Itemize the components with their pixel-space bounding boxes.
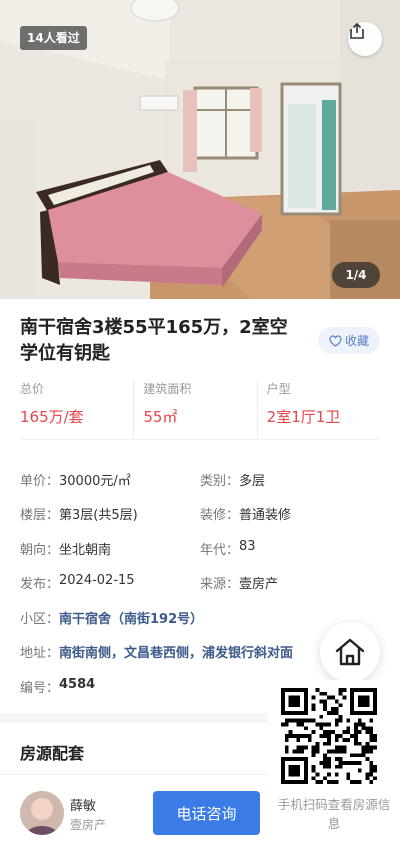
address-link[interactable]: 南街南侧，文昌巷西侧，浦发银行斜对面: [59, 642, 293, 661]
detail-label: 装修：: [200, 508, 240, 524]
home-icon: [335, 638, 365, 666]
detail-value: 普通装修: [239, 508, 292, 524]
stat-value: 165万/套: [20, 408, 84, 426]
detail-label: 编号：: [20, 680, 60, 696]
key-stats: 总价 165万/套 建筑面积 55㎡ 户型 2室1厅1卫: [20, 380, 380, 440]
detail-orientation: 朝向： 坐北朝南: [20, 539, 200, 558]
detail-code: 编号： 4584: [20, 677, 200, 696]
share-icon: [350, 22, 364, 39]
detail-label: 楼层：: [20, 508, 60, 524]
agent-company: 壹房产: [70, 818, 107, 832]
phone-consult-button[interactable]: 电话咨询: [153, 791, 260, 835]
detail-year: 年代： 83: [200, 539, 380, 558]
detail-label: 小区：: [20, 611, 60, 627]
favorite-button[interactable]: 收藏: [318, 327, 380, 354]
detail-label: 单价：: [20, 473, 60, 489]
detail-row: 朝向： 坐北朝南 年代： 83: [20, 531, 380, 566]
share-button[interactable]: [348, 22, 382, 56]
detail-value: 坐北朝南: [59, 542, 112, 558]
detail-value: 4584: [59, 676, 96, 692]
detail-value: 83: [239, 538, 256, 554]
listing-title: 南干宿舍3楼55平165万，2室空学位有钥匙: [20, 317, 288, 364]
stat-area: 建筑面积 55㎡: [133, 380, 256, 439]
agent-avatar[interactable]: [20, 791, 64, 835]
detail-category: 类别： 多层: [200, 470, 380, 489]
stat-label: 总价: [20, 382, 45, 396]
community-link[interactable]: 南干宿舍（南街192号）: [59, 608, 203, 627]
detail-label: 类别：: [200, 473, 240, 489]
agent-photo: [20, 791, 64, 835]
detail-source: 来源： 壹房产: [200, 573, 380, 592]
qr-caption: 手机扫码查看房源信息: [277, 797, 391, 831]
stat-label: 建筑面积: [143, 382, 192, 396]
detail-published: 发布： 2024-02-15: [20, 573, 200, 592]
detail-floor: 楼层： 第3层(共5层): [20, 504, 200, 523]
detail-row: 发布： 2024-02-15 来源： 壹房产: [20, 566, 380, 601]
views-count-badge: 14人看过: [20, 26, 87, 50]
agent-name: 薛敏: [70, 799, 97, 814]
detail-row: 单价： 30000元/㎡ 类别： 多层: [20, 462, 380, 497]
qr-code-panel: 手机扫码查看房源信息: [268, 680, 400, 840]
stat-value: 55㎡: [143, 408, 178, 426]
facilities-section-title: 房源配套: [20, 744, 85, 763]
detail-value: 30000元/㎡: [59, 473, 131, 489]
home-button[interactable]: [320, 622, 380, 682]
agent-bar: 薛敏 壹房产 电话咨询: [0, 774, 268, 849]
detail-label: 朝向：: [20, 542, 60, 558]
stat-value: 2室1厅1卫: [266, 408, 341, 426]
favorite-label: 收藏: [344, 334, 369, 348]
detail-unit-price: 单价： 30000元/㎡: [20, 470, 200, 489]
photo-page-indicator: 1/4: [332, 262, 380, 288]
stat-label: 户型: [266, 382, 291, 396]
stat-layout: 户型 2室1厅1卫: [256, 380, 380, 439]
detail-value: 多层: [239, 473, 266, 489]
detail-label: 来源：: [200, 577, 240, 593]
detail-label: 发布：: [20, 577, 60, 593]
detail-decoration: 装修： 普通装修: [200, 504, 380, 523]
heart-icon: [329, 334, 342, 347]
detail-value: 壹房产: [239, 577, 279, 593]
listing-photo[interactable]: 14人看过 1/4: [0, 0, 400, 299]
detail-row: 小区： 南干宿舍（南街192号）: [20, 600, 380, 635]
detail-row: 楼层： 第3层(共5层) 装修： 普通装修: [20, 497, 380, 532]
detail-value: 第3层(共5层): [59, 508, 138, 524]
detail-value: 2024-02-15: [59, 573, 135, 589]
detail-label: 地址：: [20, 646, 60, 662]
detail-community[interactable]: 小区： 南干宿舍（南街192号）: [20, 608, 380, 627]
stat-total-price: 总价 165万/套: [20, 380, 133, 439]
qr-code-image: [281, 688, 377, 784]
detail-label: 年代：: [200, 542, 240, 558]
